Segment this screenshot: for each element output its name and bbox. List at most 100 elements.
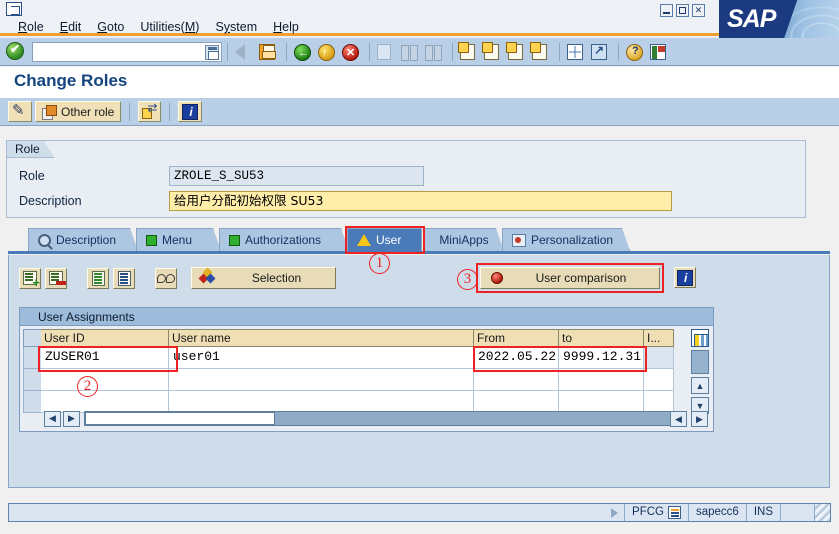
first-page-icon[interactable] <box>458 41 480 62</box>
cell-i[interactable] <box>644 369 674 391</box>
select-all-button[interactable] <box>87 267 109 289</box>
selection-button[interactable]: Selection <box>191 267 336 289</box>
cell-to[interactable] <box>559 369 644 391</box>
back-arrow-icon[interactable] <box>235 42 255 62</box>
tab-menu[interactable]: Menu <box>136 228 221 251</box>
table-row[interactable] <box>23 369 678 391</box>
user-comparison-button[interactable]: User comparison <box>480 267 660 289</box>
cancel-red-icon[interactable]: ✕ <box>342 42 362 62</box>
status-expand-icon[interactable] <box>611 507 619 518</box>
annotation-1: 1 <box>369 253 390 274</box>
last-page-icon[interactable] <box>530 41 552 62</box>
role-input[interactable]: ZROLE_S_SU53 <box>169 165 424 186</box>
help-icon[interactable] <box>626 42 646 62</box>
vertical-scroll-thumb[interactable] <box>691 350 709 374</box>
close-button[interactable]: ✕ <box>692 4 705 17</box>
role-group-box: Role Role ZROLE_S_SU53 Description 给用户分配… <box>6 140 806 218</box>
minimize-button[interactable] <box>660 4 673 17</box>
column-header-user-name[interactable]: User name <box>169 329 474 347</box>
cell-user-name[interactable]: user01 <box>169 347 474 369</box>
menu-item-role[interactable]: RRoleole <box>18 19 44 35</box>
tab-authorizations[interactable]: Authorizations <box>219 228 349 251</box>
save-icon[interactable] <box>259 42 279 62</box>
scroll-left-end-button[interactable]: ◀ <box>670 411 687 427</box>
cell-from[interactable]: 2022.05.22 <box>474 347 559 369</box>
print-icon <box>377 42 397 62</box>
column-header-user-id[interactable]: User ID <box>41 329 169 347</box>
menu-item-utilities[interactable]: Utilities(M) <box>140 19 199 35</box>
row-selector[interactable] <box>23 391 41 413</box>
back-yellow-icon[interactable]: ↑ <box>318 42 338 62</box>
table-row[interactable]: ZUSER01 user01 2022.05.22 9999.12.31 <box>23 347 678 369</box>
horizontal-scroll-thumb[interactable] <box>85 412 275 425</box>
table-info-button[interactable] <box>674 267 696 288</box>
resize-grip[interactable] <box>814 504 830 521</box>
find-icon <box>401 42 421 62</box>
table-header-row: User ID User name From to I... <box>23 329 678 347</box>
expand-icon <box>142 101 157 119</box>
column-header-from[interactable]: From <box>474 329 559 347</box>
cell-user-name[interactable] <box>169 369 474 391</box>
menu-item-help[interactable]: Help <box>273 19 299 35</box>
tab-strip: Description Menu Authorizations User Min… <box>8 226 830 254</box>
toolbar-separator <box>129 102 131 121</box>
column-config-icon[interactable] <box>691 329 709 347</box>
scroll-up-button[interactable]: ▲ <box>691 377 709 394</box>
delete-row-button[interactable] <box>45 267 67 289</box>
info-button[interactable] <box>178 101 203 122</box>
command-field-input[interactable] <box>33 52 36 54</box>
system-menu-icon[interactable] <box>6 2 22 16</box>
description-input[interactable]: 给用户分配初始权限 SU53 <box>169 190 672 211</box>
deselect-all-button[interactable] <box>113 267 135 289</box>
display-button[interactable] <box>155 267 177 289</box>
magnifier-icon <box>38 234 51 247</box>
cell-user-id[interactable]: ZUSER01 <box>41 347 169 369</box>
page-title: Change Roles <box>14 71 128 90</box>
scroll-right-end-button[interactable]: ▶ <box>691 411 708 427</box>
grid-arrow-icon[interactable] <box>591 42 611 62</box>
insert-row-button[interactable] <box>19 267 41 290</box>
tab-user[interactable]: User <box>347 228 422 251</box>
menu-items: RRoleole Edit Goto Utilities(M) System H… <box>18 18 299 36</box>
cell-from[interactable] <box>474 369 559 391</box>
transaction-menu-icon[interactable] <box>667 506 681 519</box>
cell-i[interactable] <box>644 347 674 369</box>
user-comparison-icon <box>489 271 503 285</box>
expand-button[interactable] <box>138 101 162 122</box>
tab-personalization[interactable]: Personalization <box>502 228 630 251</box>
toolbar-separator <box>227 42 228 61</box>
scroll-left-button[interactable]: ◀ <box>44 410 61 427</box>
maximize-button[interactable] <box>676 4 689 17</box>
status-transaction[interactable]: PFCG <box>624 504 688 521</box>
tab-miniapps[interactable]: MiniApps <box>424 228 504 251</box>
row-selector[interactable] <box>23 347 41 369</box>
status-transaction-label: PFCG <box>632 506 664 518</box>
menu-item-edit[interactable]: Edit <box>60 19 82 35</box>
display-change-button[interactable] <box>8 101 32 122</box>
horizontal-scroll-track[interactable] <box>84 411 674 426</box>
cell-user-id[interactable] <box>41 369 169 391</box>
menu-item-goto[interactable]: Goto <box>97 19 124 35</box>
cell-to[interactable]: 9999.12.31 <box>559 347 644 369</box>
layout-menu-icon[interactable] <box>650 42 670 62</box>
column-header-to[interactable]: to <box>559 329 644 347</box>
status-insert-mode[interactable]: INS <box>745 504 780 521</box>
grid-icon[interactable] <box>567 42 587 62</box>
tab-description[interactable]: Description <box>28 228 138 251</box>
table-horizontal-scrollbar[interactable]: ◀ ▶ <box>44 410 674 427</box>
menu-item-system[interactable]: System <box>215 19 257 35</box>
exit-green-icon[interactable]: ← <box>294 42 314 62</box>
status-system[interactable]: sapecc6 <box>687 504 746 521</box>
row-selector[interactable] <box>23 369 41 391</box>
command-field[interactable] <box>32 41 222 62</box>
select-all-corner[interactable] <box>23 329 41 347</box>
previous-page-icon[interactable] <box>482 41 504 62</box>
scroll-right-button[interactable]: ▶ <box>63 410 80 427</box>
other-role-button[interactable]: Other role <box>35 101 122 122</box>
next-page-icon[interactable] <box>506 41 528 62</box>
user-comparison-label: User comparison <box>535 271 627 285</box>
pencil-icon <box>12 101 28 120</box>
command-history-icon[interactable] <box>205 44 219 60</box>
enter-check-icon[interactable] <box>6 41 26 62</box>
column-header-i[interactable]: I... <box>644 329 674 347</box>
